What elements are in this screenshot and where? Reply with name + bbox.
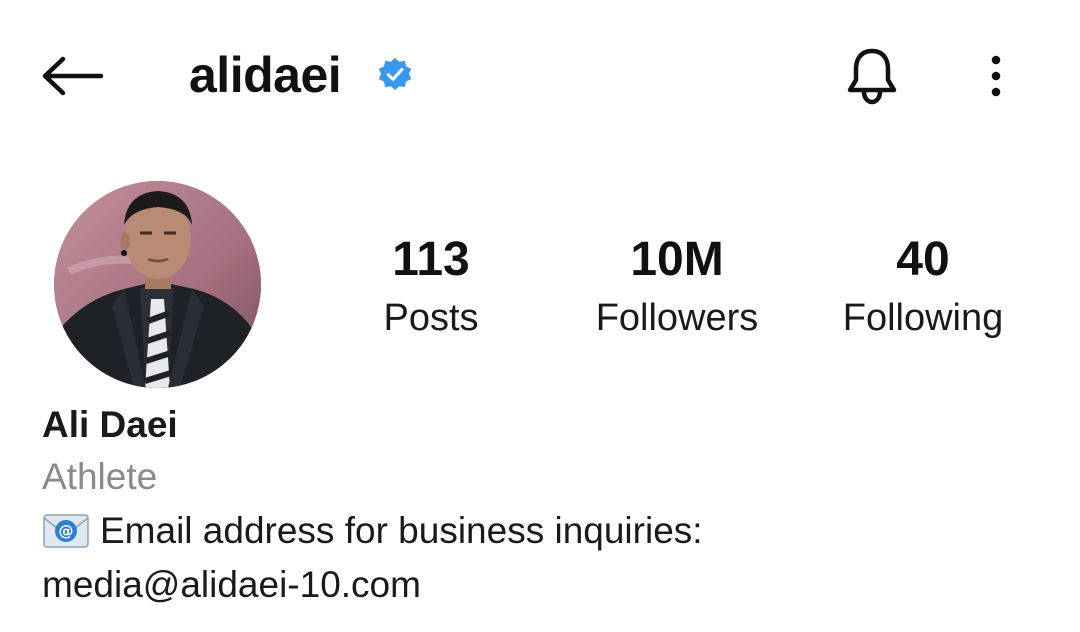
- top-app-bar: alidaei: [0, 0, 1080, 150]
- posts-label: Posts: [383, 297, 479, 339]
- followers-label: Followers: [595, 297, 759, 339]
- profile-username: alidaei: [189, 47, 342, 103]
- back-arrow-icon: [42, 56, 104, 96]
- bio-email-link[interactable]: media@alidaei-10.com: [42, 562, 421, 608]
- profile-full-name: Ali Daei: [42, 404, 178, 445]
- more-options-button[interactable]: [976, 48, 1016, 104]
- verified-badge-icon: [378, 57, 412, 91]
- svg-text:@: @: [59, 522, 74, 540]
- profile-category: Athlete: [42, 456, 158, 497]
- posts-stat[interactable]: 113 Posts: [360, 232, 502, 341]
- following-stat[interactable]: 40 Following: [828, 232, 1018, 341]
- posts-count: 113: [392, 233, 470, 286]
- profile-photo: [54, 181, 261, 388]
- email-emoji-icon: @: [43, 514, 89, 548]
- profile-avatar[interactable]: [54, 181, 261, 388]
- bell-icon: [847, 48, 897, 105]
- bio-text-line1: Email address for business inquiries:: [100, 510, 703, 551]
- more-vertical-icon: [991, 55, 1001, 97]
- back-button[interactable]: [40, 48, 106, 104]
- bio-line: @ Email address for business inquiries:: [42, 508, 703, 554]
- followers-stat[interactable]: 10M Followers: [582, 232, 772, 341]
- followers-count: 10M: [630, 233, 724, 286]
- following-label: Following: [842, 297, 1004, 339]
- following-count: 40: [896, 233, 950, 286]
- notifications-button[interactable]: [840, 44, 904, 108]
